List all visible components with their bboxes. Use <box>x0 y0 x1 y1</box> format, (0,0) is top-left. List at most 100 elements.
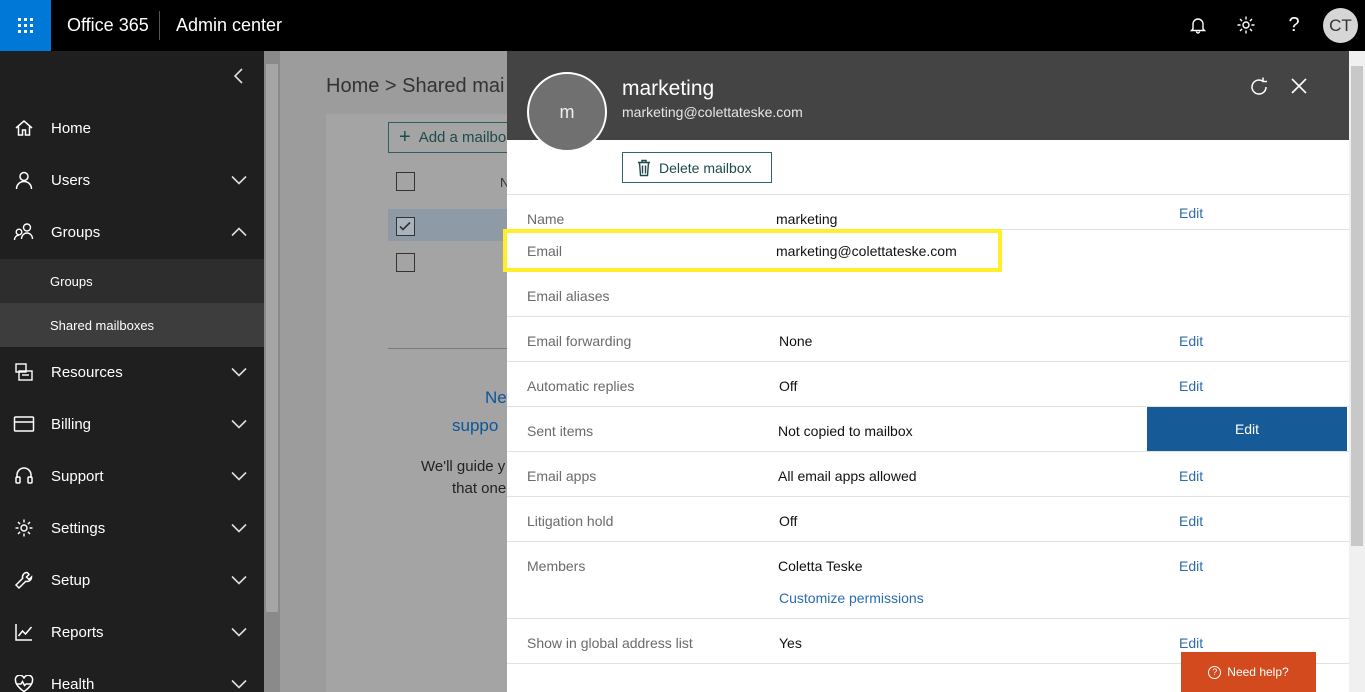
gear-icon[interactable] <box>1234 13 1258 37</box>
property-row-sent-items: Sent items Not copied to mailbox Edit <box>507 407 1349 452</box>
app-name[interactable]: Admin center <box>176 15 282 36</box>
need-help-button[interactable]: ? Need help? <box>1181 652 1316 692</box>
sidebar-item-label: Support <box>51 467 104 485</box>
property-label: Email forwarding <box>527 333 632 349</box>
property-row-email-apps: Email apps All email apps allowed Edit <box>507 452 1349 497</box>
user-avatar[interactable]: CT <box>1323 8 1358 43</box>
refresh-icon[interactable] <box>1247 75 1271 99</box>
app-launcher-button[interactable] <box>0 0 51 51</box>
sidebar-subitem-shared-mailboxes[interactable]: Shared mailboxes <box>0 303 264 347</box>
chevron-down-icon[interactable] <box>229 622 249 642</box>
sidebar-subitem-label: Shared mailboxes <box>50 317 155 333</box>
wrench-icon <box>12 568 36 592</box>
property-value: Off <box>779 378 798 394</box>
trash-icon <box>637 159 651 177</box>
panel-scrollbar-thumb[interactable] <box>1351 66 1363 546</box>
property-label: Email aliases <box>527 288 610 304</box>
edit-automatic-replies-link[interactable]: Edit <box>1179 378 1203 394</box>
property-value: None <box>779 333 813 349</box>
property-label: Sent items <box>527 423 594 439</box>
property-label: Automatic replies <box>527 378 635 394</box>
divider <box>388 348 518 349</box>
property-row-email-aliases: Email aliases <box>507 272 1349 317</box>
sidebar-item-resources[interactable]: Resources <box>0 346 264 398</box>
sidebar-item-reports[interactable]: Reports <box>0 606 264 658</box>
sidebar-item-label: Health <box>51 675 95 692</box>
sidebar-item-groups[interactable]: Groups <box>0 206 264 258</box>
chart-icon <box>12 620 36 644</box>
row-checkbox[interactable] <box>396 253 415 272</box>
bell-icon[interactable] <box>1186 13 1210 37</box>
sidebar-item-label: Home <box>51 119 92 137</box>
panel-properties: Email aliases Email forwarding None Edit… <box>507 272 1349 692</box>
chevron-down-icon[interactable] <box>229 570 249 590</box>
sidebar-item-billing[interactable]: Billing <box>0 398 264 450</box>
property-row-litigation-hold: Litigation hold Off Edit <box>507 497 1349 542</box>
property-value: Off <box>779 513 798 529</box>
edit-email-forwarding-link[interactable]: Edit <box>1179 333 1203 349</box>
chevron-down-icon[interactable] <box>229 414 249 434</box>
page-scrollbar-thumb[interactable] <box>266 64 278 612</box>
row-checkbox-checked[interactable] <box>396 217 415 236</box>
promo-text-line2: that one <box>452 480 507 497</box>
property-value: Coletta Teske <box>778 558 863 574</box>
chevron-down-icon[interactable] <box>229 674 249 692</box>
sidebar-item-support[interactable]: Support <box>0 450 264 502</box>
property-value: All email apps allowed <box>778 468 917 484</box>
property-label: Litigation hold <box>527 513 614 529</box>
edit-litigation-hold-link[interactable]: Edit <box>1179 513 1203 529</box>
edit-members-link[interactable]: Edit <box>1179 558 1203 574</box>
edit-email-apps-link[interactable]: Edit <box>1179 468 1203 484</box>
edit-sent-items-button[interactable]: Edit <box>1147 407 1347 451</box>
sidebar-item-setup[interactable]: Setup <box>0 554 264 606</box>
sidebar-subitem-groups[interactable]: Groups <box>0 259 264 303</box>
need-help-label: Need help? <box>1227 665 1289 679</box>
chevron-up-icon[interactable] <box>229 222 249 242</box>
chevron-left-icon <box>233 68 243 84</box>
sidebar-item-label: Settings <box>51 519 106 537</box>
property-label-email: Email <box>527 243 563 259</box>
chevron-down-icon[interactable] <box>229 518 249 538</box>
plus-icon: + <box>399 126 411 148</box>
sidebar-item-label: Groups <box>51 223 101 241</box>
edit-global-address-list-link[interactable]: Edit <box>1179 635 1203 651</box>
headset-icon <box>12 464 36 488</box>
sidebar-item-label: Users <box>51 171 91 189</box>
property-row-members: Members Coletta Teske Customize permissi… <box>507 542 1349 619</box>
sidebar-item-settings[interactable]: Settings <box>0 502 264 554</box>
property-label: Email apps <box>527 468 597 484</box>
sidebar-item-label: Resources <box>51 363 123 381</box>
resources-icon <box>12 360 36 384</box>
sidebar-item-label: Setup <box>51 571 91 589</box>
property-row-automatic-replies: Automatic replies Off Edit <box>507 362 1349 407</box>
brand-name[interactable]: Office 365 <box>67 15 149 36</box>
delete-mailbox-label: Delete mailbox <box>659 159 752 176</box>
property-value-email: marketing@colettateske.com <box>776 243 957 259</box>
delete-mailbox-button[interactable]: Delete mailbox <box>622 152 772 183</box>
sidebar-item-health[interactable]: Health <box>0 658 264 692</box>
property-value: Yes <box>779 635 802 651</box>
heart-icon <box>12 672 36 692</box>
sidebar: Home Users Groups Groups Shared mailboxe… <box>0 51 264 692</box>
chevron-down-icon[interactable] <box>229 466 249 486</box>
collapse-sidebar-button[interactable] <box>228 65 250 87</box>
property-value: marketing <box>776 211 838 227</box>
close-icon[interactable] <box>1288 75 1310 97</box>
sidebar-item-home[interactable]: Home <box>0 102 264 154</box>
edit-name-link[interactable]: Edit <box>1179 205 1203 221</box>
panel-toolbar: Delete mailbox <box>507 140 1349 195</box>
property-label: Name <box>527 211 565 227</box>
customize-permissions-link[interactable]: Customize permissions <box>779 590 924 606</box>
select-all-checkbox[interactable] <box>396 172 415 191</box>
groups-icon <box>12 220 36 244</box>
panel-header: marketing marketing@colettateske.com <box>507 51 1349 140</box>
add-mailbox-label: Add a mailbo <box>418 129 507 146</box>
mailbox-email: marketing@colettateske.com <box>622 104 803 120</box>
chevron-down-icon[interactable] <box>229 170 249 190</box>
promo-text-line1: We'll guide y <box>421 458 506 475</box>
sidebar-subitem-label: Groups <box>50 273 93 289</box>
help-icon[interactable]: ? <box>1282 13 1306 37</box>
sidebar-item-users[interactable]: Users <box>0 154 264 206</box>
billing-icon <box>12 412 36 436</box>
chevron-down-icon[interactable] <box>229 362 249 382</box>
